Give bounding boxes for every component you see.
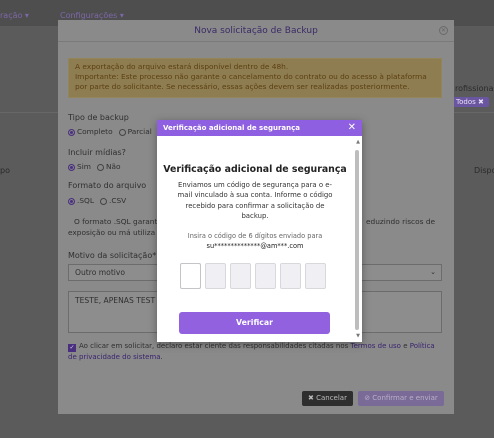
radio-nao[interactable]: Não: [96, 162, 121, 171]
code-digit-input[interactable]: [305, 263, 326, 289]
radio-empty-icon: [96, 163, 104, 171]
scroll-down-arrow-icon[interactable]: ▼: [356, 333, 360, 339]
backup-type-group: Completo Parcial: [68, 127, 152, 136]
alert-line-1: A exportação do arquivo estará disponíve…: [75, 62, 289, 71]
consent-end: .: [160, 353, 163, 361]
background-column-left: po: [0, 166, 10, 175]
security-dialog-header-title: Verificação adicional de segurança: [163, 124, 300, 132]
confirm-send-button[interactable]: ⊘ Confirmar e enviar: [358, 391, 444, 406]
background-divider: [454, 112, 494, 113]
radio-parcial[interactable]: Parcial: [118, 127, 152, 136]
masked-email: su**************@am***.com: [206, 242, 304, 250]
security-hint-text: Insira o código de 6 dígitos enviado par…: [187, 232, 323, 240]
background-column-right: Dispo: [474, 166, 494, 175]
dialog-scrollbar[interactable]: [355, 150, 359, 330]
chevron-down-icon: ⌄: [430, 268, 436, 276]
verify-button[interactable]: Verificar: [179, 312, 330, 334]
radio-sql[interactable]: .SQL: [68, 196, 94, 205]
close-icon[interactable]: ✕: [439, 26, 448, 35]
background-filter-chip[interactable]: Todos ✖: [451, 97, 489, 107]
alert-line-2: Importante: Este processo não garante o …: [75, 72, 427, 91]
cancel-button[interactable]: ✖ Cancelar: [302, 391, 353, 406]
consent-row: ✓ Ao clicar em solicitar, declaro estar c…: [68, 341, 438, 362]
security-verification-dialog: Verificação adicional de segurança ✕ Ver…: [157, 120, 362, 342]
file-format-label: Formato do arquivo: [68, 181, 147, 190]
close-icon[interactable]: ✕: [348, 122, 356, 134]
radio-completo[interactable]: Completo: [68, 127, 113, 136]
security-hint: Insira o código de 6 dígitos enviado par…: [171, 231, 339, 251]
radio-csv[interactable]: .CSV: [99, 196, 126, 205]
info-alert: A exportação do arquivo estará disponíve…: [68, 58, 442, 98]
consent-and: e: [400, 342, 410, 350]
security-description: Enviamos um código de segurança para o e…: [177, 181, 333, 221]
include-media-group: Sim Não: [68, 162, 121, 171]
code-digit-input[interactable]: [205, 263, 226, 289]
security-dialog-header: Verificação adicional de segurança ✕: [157, 120, 362, 136]
code-input-group: [180, 263, 326, 289]
radio-sim[interactable]: Sim: [68, 162, 91, 171]
modal-header: Nova solicitação de Backup ✕: [58, 20, 454, 42]
radio-selected-icon: [68, 128, 75, 136]
security-title: Verificação adicional de segurança: [163, 164, 347, 175]
radio-empty-icon: [99, 197, 107, 205]
format-note-start: O formato .SQL garante: [74, 217, 162, 226]
checkbox-checked-icon[interactable]: ✓: [68, 344, 76, 352]
terms-link[interactable]: Termos de uso: [351, 342, 401, 350]
include-media-label: Incluir mídias?: [68, 148, 126, 157]
code-digit-input[interactable]: [230, 263, 251, 289]
code-digit-input[interactable]: [180, 263, 201, 289]
modal-title: Nova solicitação de Backup: [194, 26, 318, 36]
background-divider: [0, 112, 58, 113]
radio-selected-icon: [68, 163, 75, 171]
file-format-group: .SQL .CSV: [68, 196, 126, 205]
scroll-up-arrow-icon[interactable]: ▲: [356, 139, 360, 145]
consent-text: Ao clicar em solicitar, declaro estar ci…: [79, 342, 351, 350]
backup-type-label: Tipo de backup: [68, 113, 129, 122]
format-note-line2: exposição ou má utiliza: [68, 228, 156, 237]
format-note-end: eduzindo riscos de: [366, 217, 436, 226]
code-digit-input[interactable]: [280, 263, 301, 289]
radio-selected-icon: [68, 197, 75, 205]
reason-select-value: Outro motivo: [75, 268, 126, 277]
reason-label: Motivo da solicitação*: [68, 251, 157, 260]
nav-menu-left[interactable]: ração ▾: [0, 11, 29, 20]
nav-menu-configuracoes[interactable]: Configurações ▾: [60, 11, 124, 20]
code-digit-input[interactable]: [255, 263, 276, 289]
radio-empty-icon: [118, 128, 126, 136]
background-label-right: rofissional: [455, 84, 494, 93]
